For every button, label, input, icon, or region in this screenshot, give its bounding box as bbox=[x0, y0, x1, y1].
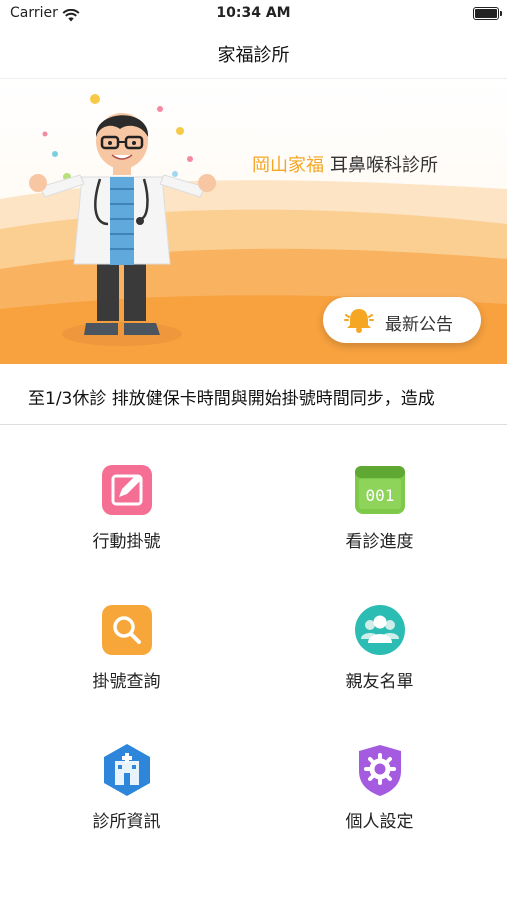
menu-registration-lookup[interactable]: 掛號查詢 bbox=[0, 565, 253, 705]
people-icon bbox=[353, 603, 407, 657]
menu-personal-settings[interactable]: 個人設定 bbox=[253, 705, 506, 845]
clock: 10:34 AM bbox=[216, 5, 291, 21]
marquee-text: 至1/3休診 排放健保卡時間與開始掛號時間同步，造成 bbox=[28, 389, 435, 409]
menu-label: 看診進度 bbox=[345, 532, 414, 552]
navigation-bar: 家福診所 bbox=[0, 28, 507, 79]
clinic-location: 岡山家福 bbox=[252, 155, 324, 176]
bell-icon bbox=[343, 306, 375, 338]
menu-label: 行動掛號 bbox=[92, 532, 161, 552]
menu-visit-progress[interactable]: 001 看診進度 bbox=[253, 425, 506, 565]
menu-label: 掛號查詢 bbox=[92, 672, 161, 692]
announcement-marquee[interactable]: 至1/3休診 排放健保卡時間與開始掛號時間同步，造成 bbox=[0, 364, 507, 425]
menu-label: 個人設定 bbox=[345, 812, 414, 832]
edit-note-icon bbox=[100, 463, 154, 517]
announcement-label: 最新公告 bbox=[385, 315, 453, 335]
clinic-banner: 岡山家福 耳鼻喉科診所 最新公告 bbox=[0, 79, 507, 364]
status-bar: Carrier 10:34 AM bbox=[0, 0, 507, 28]
search-icon bbox=[100, 603, 154, 657]
menu-label: 親友名單 bbox=[345, 672, 414, 692]
menu-label: 診所資訊 bbox=[92, 812, 161, 832]
menu-clinic-info[interactable]: 診所資訊 bbox=[0, 705, 253, 845]
clinic-name: 岡山家福 耳鼻喉科診所 bbox=[252, 151, 438, 177]
hospital-icon bbox=[100, 743, 154, 797]
counter-text: 001 bbox=[366, 486, 395, 505]
menu-family-list[interactable]: 親友名單 bbox=[253, 565, 506, 705]
menu-mobile-registration[interactable]: 行動掛號 bbox=[0, 425, 253, 565]
battery-icon bbox=[473, 7, 502, 20]
page-title: 家福診所 bbox=[217, 45, 290, 66]
counter-display-icon: 001 bbox=[353, 463, 407, 517]
gear-shield-icon bbox=[353, 743, 407, 797]
latest-announcement-button[interactable]: 最新公告 bbox=[323, 297, 481, 343]
clinic-department: 耳鼻喉科診所 bbox=[330, 155, 438, 176]
